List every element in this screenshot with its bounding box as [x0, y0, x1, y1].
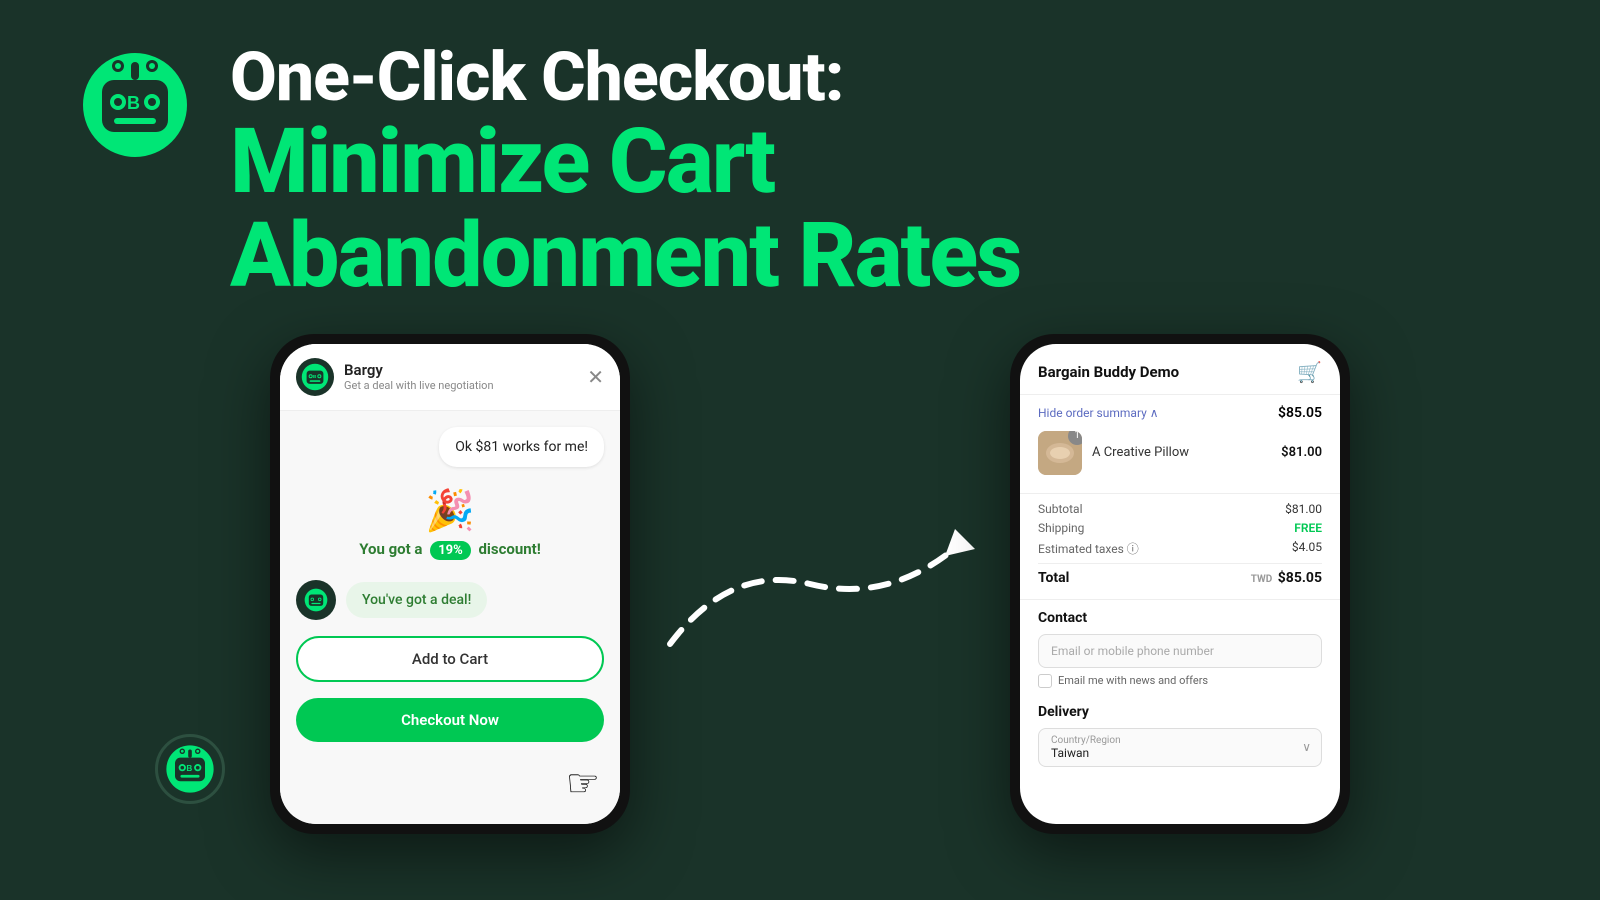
select-arrow-icon: ∨: [1302, 740, 1311, 754]
total-value: TWD $85.05: [1251, 570, 1322, 586]
taxes-value: $4.05: [1292, 540, 1322, 557]
chat-header-text: Bargy Get a deal with live negotiation: [344, 361, 577, 392]
right-phone: Bargain Buddy Demo 🛒 Hide order summary …: [1010, 334, 1350, 834]
header: B One-Click Checkout: Minimize Cart Aban…: [0, 0, 1600, 304]
deal-message-row: You've got a deal!: [296, 580, 604, 620]
shipping-label: Shipping: [1038, 521, 1084, 535]
discount-text: You got a 19% discount!: [359, 540, 541, 560]
svg-text:B: B: [186, 764, 192, 773]
country-select[interactable]: Country/Region Taiwan ∨: [1038, 728, 1322, 767]
header-total: $85.05: [1278, 405, 1322, 421]
discount-area: 🎉 You got a 19% discount!: [296, 479, 604, 568]
shipping-value: FREE: [1294, 521, 1322, 535]
delivery-title: Delivery: [1038, 704, 1322, 720]
product-row: 1 A Creative Pillow $81.00: [1038, 431, 1322, 475]
contact-section: Contact Email or mobile phone number Ema…: [1020, 600, 1340, 696]
total-currency: TWD: [1251, 574, 1273, 585]
headline-line1: One-Click Checkout:: [230, 40, 1520, 115]
total-label: Total: [1038, 570, 1069, 586]
subtotal-label: Subtotal: [1038, 502, 1083, 516]
store-name: Bargain Buddy Demo: [1038, 363, 1179, 381]
hide-summary-link[interactable]: Hide order summary ∧: [1038, 406, 1159, 420]
checkout-header: Bargain Buddy Demo 🛒: [1020, 344, 1340, 395]
add-to-cart-button[interactable]: Add to Cart: [296, 636, 604, 682]
shipping-row: Shipping FREE: [1038, 521, 1322, 535]
chat-bargy-avatar: B: [296, 358, 334, 396]
deal-bubble: You've got a deal!: [346, 582, 487, 618]
chat-bot-subtitle: Get a deal with live negotiation: [344, 379, 577, 392]
floating-bargy-avatar: B: [155, 734, 225, 804]
headline: One-Click Checkout: Minimize Cart Abando…: [230, 40, 1520, 304]
cart-icon[interactable]: 🛒: [1297, 360, 1322, 384]
contact-input[interactable]: Email or mobile phone number: [1038, 634, 1322, 668]
arrow-area: [630, 334, 1010, 834]
order-summary: Hide order summary ∧ $85.05 1 A: [1020, 395, 1340, 494]
bargy-logo-icon: B: [80, 50, 190, 160]
taxes-label: Estimated taxes ⓘ: [1038, 540, 1139, 557]
product-qty-badge: 1: [1068, 431, 1082, 445]
phones-area: B B: [0, 304, 1600, 834]
order-summary-header: Hide order summary ∧ $85.05: [1038, 405, 1322, 421]
product-image: 1: [1038, 431, 1082, 475]
taxes-row: Estimated taxes ⓘ $4.05: [1038, 540, 1322, 557]
chat-header: B Bargy Get a deal with live negotiation…: [280, 344, 620, 411]
chat-message-bubble: Ok $81 works for me!: [439, 427, 604, 467]
checkout-now-button[interactable]: Checkout Now: [296, 698, 604, 742]
left-phone: B Bargy Get a deal with live negotiation…: [270, 334, 630, 834]
dashed-arrow-svg: [650, 484, 990, 684]
logo-container: B: [80, 50, 190, 160]
product-name: A Creative Pillow: [1092, 445, 1271, 460]
cursor-pointer-icon: ☞: [566, 761, 600, 806]
total-row: Total TWD $85.05: [1038, 563, 1322, 586]
deal-avatar: [296, 580, 336, 620]
headline-line2: Minimize Cart: [230, 115, 1520, 210]
product-price: $81.00: [1281, 445, 1322, 460]
subtotal-value: $81.00: [1285, 502, 1322, 516]
chat-bot-name: Bargy: [344, 361, 577, 379]
country-value: Taiwan: [1051, 746, 1309, 760]
delivery-section: Delivery Country/Region Taiwan ∨: [1020, 696, 1340, 775]
svg-text:B: B: [127, 93, 140, 113]
price-breakdown: Subtotal $81.00 Shipping FREE Estimated …: [1020, 494, 1340, 600]
country-label: Country/Region: [1051, 735, 1309, 746]
newsletter-row: Email me with news and offers: [1038, 674, 1322, 688]
contact-title: Contact: [1038, 610, 1322, 626]
close-button[interactable]: ✕: [587, 365, 604, 389]
subtotal-row: Subtotal $81.00: [1038, 502, 1322, 516]
celebration-emoji: 🎉: [425, 487, 475, 534]
newsletter-label: Email me with news and offers: [1058, 674, 1208, 687]
headline-line3: Abandonment Rates: [230, 209, 1520, 304]
newsletter-checkbox[interactable]: [1038, 674, 1052, 688]
discount-badge: 19%: [430, 541, 471, 560]
